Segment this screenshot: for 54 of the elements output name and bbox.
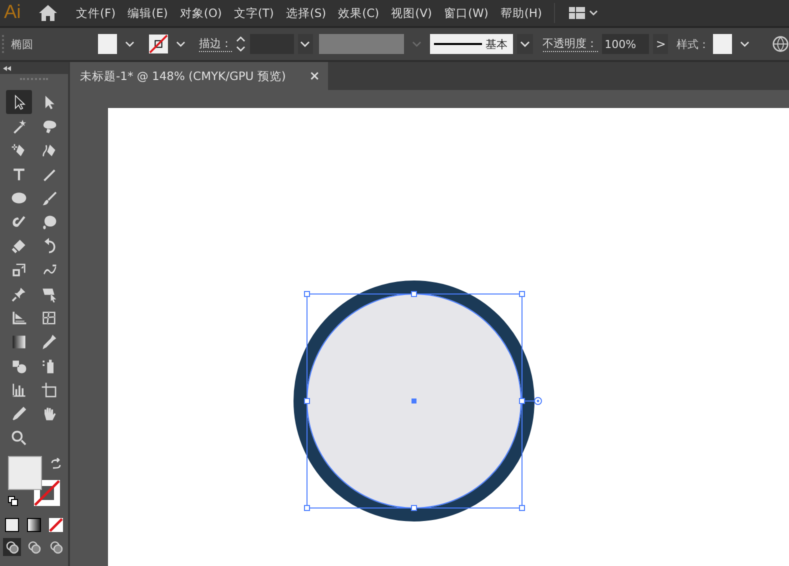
default-colors-icon[interactable]: [8, 496, 18, 506]
menu-item[interactable]: 窗口(W): [444, 6, 488, 20]
home-icon[interactable]: [38, 4, 58, 22]
opacity-field[interactable]: 100%: [602, 34, 650, 54]
menu-item[interactable]: 编辑(E): [128, 6, 168, 20]
color-mode-button[interactable]: [5, 518, 19, 532]
gradient-mode-button[interactable]: [27, 518, 41, 532]
stroke-swatch[interactable]: [148, 34, 168, 54]
style-label: 样式：: [676, 36, 710, 52]
paintbrush-icon: [40, 189, 58, 207]
menu-item[interactable]: 文件(F): [76, 6, 116, 20]
fill-color-swatch[interactable]: [8, 456, 42, 490]
graphic-style-swatch[interactable]: [713, 34, 732, 54]
menu-item[interactable]: 帮助(H): [500, 6, 542, 20]
eraser-icon: [10, 237, 28, 255]
caret-icon: [520, 41, 530, 47]
variable-width-field[interactable]: [318, 34, 404, 54]
workspace-layout-icon[interactable]: [569, 6, 599, 20]
blob-brush-icon: [40, 213, 58, 231]
menu-item[interactable]: 视图(V): [391, 6, 432, 20]
perspective-grid-icon: [10, 309, 28, 327]
pushpin-icon: [10, 285, 28, 303]
search-icon: [10, 429, 28, 447]
stroke-weight-dropdown[interactable]: [298, 34, 313, 54]
collapse-arrows-icon[interactable]: [3, 66, 11, 70]
document-title: 未标题-1* @ 148% (CMYK/GPU 预览): [80, 68, 286, 84]
opacity-arrow-button[interactable]: >: [653, 34, 668, 54]
document-tab[interactable]: 未标题-1* @ 148% (CMYK/GPU 预览) ×: [70, 62, 328, 90]
gradient-square-icon: [10, 333, 28, 351]
mesh-icon: [40, 309, 58, 327]
menu-item[interactable]: 效果(C): [338, 6, 380, 20]
draw-mode-icon[interactable]: [3, 538, 21, 556]
eyedropper-icon: [40, 333, 58, 351]
stroke-profile-dropdown[interactable]: 基本: [430, 34, 514, 54]
bar-graph-icon: [10, 381, 28, 399]
knife-icon: [10, 405, 28, 423]
object-type-label: 椭圆: [10, 36, 34, 52]
fill-swatch[interactable]: [98, 34, 118, 54]
artboard-icon: [40, 381, 58, 399]
menu-item[interactable]: 选择(S): [286, 6, 326, 20]
spinner-arrows-icon[interactable]: [236, 35, 246, 53]
close-button[interactable]: ×: [309, 68, 320, 84]
swap-arrows-icon[interactable]: [50, 458, 62, 470]
none-mode-button[interactable]: [49, 518, 63, 532]
globe-icon[interactable]: [772, 35, 789, 53]
scale-icon: [10, 261, 28, 279]
opacity-label[interactable]: 不透明度：: [542, 36, 598, 52]
menu-item[interactable]: 文字(T): [234, 6, 274, 20]
caret-icon: [300, 41, 310, 47]
tool-button[interactable]: [6, 90, 32, 114]
menu-item[interactable]: 对象(O): [180, 6, 222, 20]
profile-caret-button[interactable]: [517, 34, 533, 54]
app-logo: Ai: [4, 2, 22, 24]
stroke-label[interactable]: 描边：: [199, 36, 232, 52]
